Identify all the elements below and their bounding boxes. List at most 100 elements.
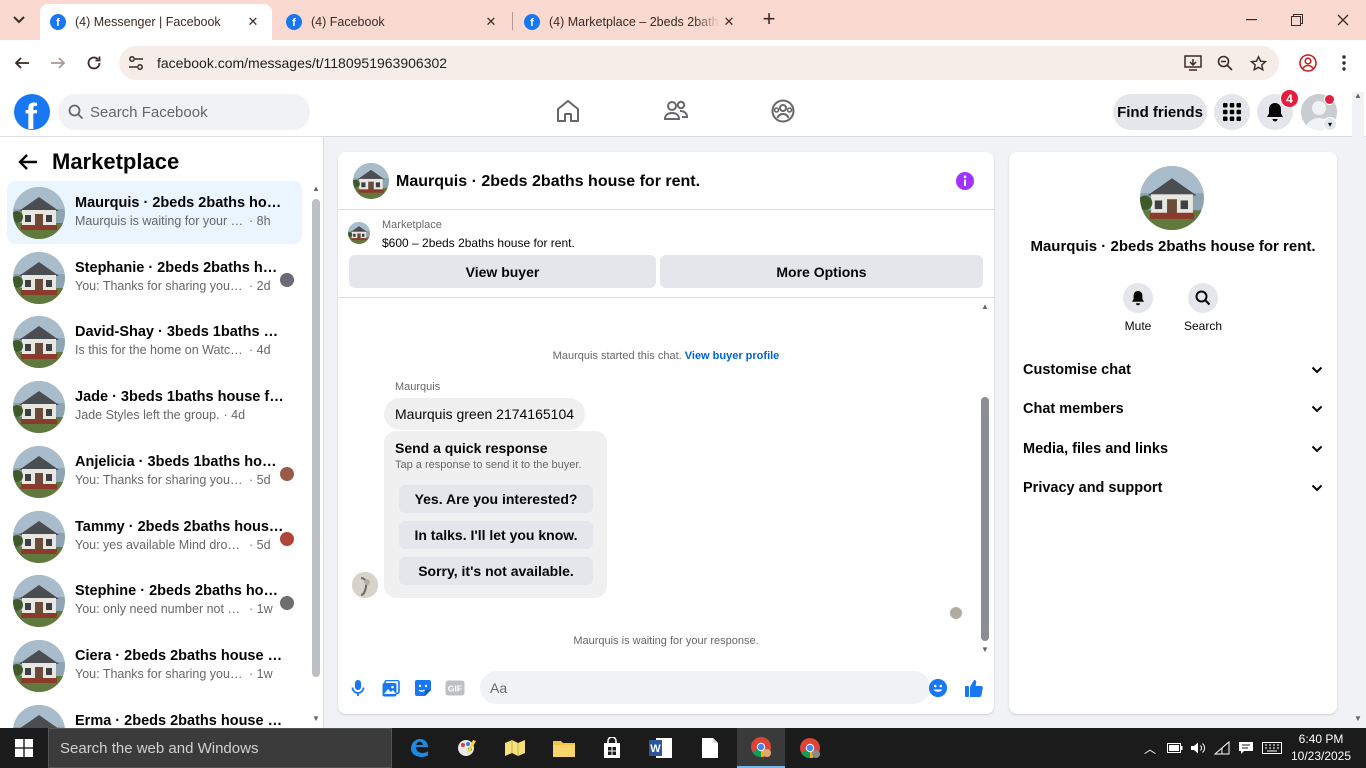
facebook-search[interactable]: [58, 94, 310, 130]
section-label: Media, files and links: [1023, 441, 1169, 457]
conversation-item[interactable]: Stephanie · 2beds 2baths house for rent.…: [7, 246, 302, 309]
sender-avatar[interactable]: [352, 572, 378, 598]
forward-button[interactable]: [46, 51, 70, 75]
sticker-icon[interactable]: [412, 677, 434, 699]
store-app-icon[interactable]: [588, 728, 636, 768]
facebook-logo-icon[interactable]: f: [14, 94, 50, 130]
listing-title[interactable]: $600 – 2beds 2baths house for rent.: [382, 236, 575, 250]
facebook-favicon-icon: f: [524, 14, 540, 30]
wifi-icon[interactable]: [1212, 738, 1232, 758]
profile-button[interactable]: [1296, 51, 1320, 75]
preview-text: You: Thanks for sharing your number.: [75, 473, 245, 487]
conversation-item[interactable]: Jade · 3beds 1baths house for rent. Jade…: [7, 375, 302, 438]
chat-header: Maurquis · 2beds 2baths house for rent.: [338, 152, 994, 210]
word-app-icon[interactable]: W: [637, 728, 685, 768]
quick-response-button[interactable]: In talks. I'll let you know.: [399, 521, 593, 549]
page-scrollbar[interactable]: [1352, 92, 1364, 726]
maps-app-icon[interactable]: [491, 728, 539, 768]
conversation-item[interactable]: Tammy · 2beds 2baths house for rent. You…: [7, 505, 302, 568]
photo-icon[interactable]: [380, 677, 402, 699]
zoom-icon[interactable]: [1215, 53, 1235, 73]
message-input[interactable]: [490, 671, 910, 704]
account-chevron-icon[interactable]: ▾: [1323, 117, 1337, 131]
battery-icon[interactable]: [1165, 738, 1185, 758]
bookmark-star-icon[interactable]: [1248, 53, 1268, 73]
menu-button[interactable]: [1214, 94, 1250, 130]
gif-icon[interactable]: GIF: [444, 677, 466, 699]
message-composer[interactable]: [480, 671, 947, 704]
scroll-down-icon[interactable]: ▼: [312, 714, 320, 723]
address-bar[interactable]: facebook.com/messages/t/1180951963906302: [119, 46, 1279, 80]
browser-tab-facebook[interactable]: f (4) Facebook ✕: [276, 4, 510, 40]
file-explorer-icon[interactable]: [540, 728, 588, 768]
site-info-icon[interactable]: [127, 54, 145, 72]
scroll-up-icon[interactable]: ▲: [1354, 91, 1362, 100]
tab-close-icon[interactable]: ✕: [482, 13, 500, 31]
home-icon[interactable]: [555, 98, 581, 124]
browser-tab-messenger[interactable]: f (4) Messenger | Facebook ✕: [40, 4, 272, 40]
message-bubble[interactable]: Maurquis green 2174165104: [384, 398, 586, 430]
more-options-button[interactable]: More Options: [660, 255, 983, 288]
action-center-icon[interactable]: [1236, 738, 1256, 758]
volume-icon[interactable]: [1188, 738, 1208, 758]
tab-search-button[interactable]: [6, 8, 32, 32]
conversation-item[interactable]: Erma · 2beds 2baths house for rent.: [7, 699, 302, 728]
quick-response-button[interactable]: Yes. Are you interested?: [399, 485, 593, 513]
view-buyer-button[interactable]: View buyer: [349, 255, 656, 288]
scroll-up-icon[interactable]: ▲: [312, 184, 320, 193]
view-buyer-profile-link[interactable]: View buyer profile: [685, 350, 780, 362]
details-avatar[interactable]: [1140, 166, 1204, 230]
close-window-button[interactable]: [1320, 0, 1366, 40]
find-friends-button[interactable]: Find friends: [1113, 94, 1207, 130]
browser-menu-button[interactable]: [1332, 51, 1356, 75]
scroll-up-icon[interactable]: ▲: [981, 302, 989, 311]
restore-button[interactable]: [1274, 0, 1320, 40]
install-app-icon[interactable]: [1183, 53, 1203, 73]
taskbar-search[interactable]: Search the web and Windows: [48, 728, 392, 768]
privacy-support-section[interactable]: Privacy and support: [1023, 476, 1323, 500]
microphone-icon[interactable]: [347, 677, 369, 699]
browser-tab-marketplace[interactable]: f (4) Marketplace – 2beds 2baths ✕: [514, 4, 748, 40]
keyboard-icon[interactable]: [1262, 738, 1282, 758]
conversation-item[interactable]: Stephine · 2beds 2baths house for rent. …: [7, 569, 302, 632]
media-files-links-section[interactable]: Media, files and links: [1023, 437, 1323, 461]
back-button[interactable]: [10, 51, 34, 75]
sidebar-header: Marketplace: [18, 149, 179, 175]
document-app-icon[interactable]: [686, 728, 734, 768]
thumbs-up-icon[interactable]: [963, 677, 985, 699]
chat-avatar[interactable]: [353, 163, 389, 199]
quick-response-button[interactable]: Sorry, it's not available.: [399, 557, 593, 585]
tab-close-icon[interactable]: ✕: [720, 13, 738, 31]
sidebar-scrollbar[interactable]: [312, 199, 320, 677]
friends-icon[interactable]: [663, 98, 689, 124]
taskbar-clock[interactable]: 6:40 PM 10/23/2025: [1290, 731, 1352, 765]
conversation-item[interactable]: Anjelicia · 3beds 1baths house for rent.…: [7, 440, 302, 503]
conversation-item[interactable]: Maurquis · 2beds 2baths house for rent. …: [7, 181, 302, 244]
conversation-preview: Jade Styles left the group. · 4d: [75, 408, 285, 422]
reload-button[interactable]: [82, 51, 106, 75]
customise-chat-section[interactable]: Customise chat: [1023, 358, 1323, 382]
tray-chevron-up-icon[interactable]: ︿: [1140, 738, 1160, 758]
chat-title[interactable]: Maurquis · 2beds 2baths house for rent.: [396, 173, 700, 191]
search-input[interactable]: [90, 94, 300, 130]
conversation-item[interactable]: Ciera · 2beds 2baths house for rent. You…: [7, 634, 302, 697]
mute-button[interactable]: Mute: [1113, 283, 1163, 333]
search-conversation-button[interactable]: Search: [1178, 283, 1228, 333]
chrome-app-icon[interactable]: [786, 728, 834, 768]
tab-close-icon[interactable]: ✕: [244, 13, 262, 31]
start-button[interactable]: [0, 728, 48, 768]
groups-icon[interactable]: [770, 98, 796, 124]
chrome-app-icon-active[interactable]: [737, 728, 785, 768]
minimize-button[interactable]: [1228, 0, 1274, 40]
paint-app-icon[interactable]: [443, 728, 491, 768]
new-tab-button[interactable]: +: [757, 8, 781, 32]
chat-scrollbar[interactable]: [981, 397, 989, 641]
conversation-item[interactable]: David-Shay · 3beds 1baths house for rent…: [7, 310, 302, 373]
emoji-icon[interactable]: [929, 679, 947, 697]
chat-members-section[interactable]: Chat members: [1023, 397, 1323, 421]
scroll-down-icon[interactable]: ▼: [1354, 714, 1362, 723]
info-icon[interactable]: [955, 171, 975, 191]
edge-app-icon[interactable]: [395, 728, 443, 768]
scroll-down-icon[interactable]: ▼: [981, 645, 989, 654]
arrow-left-icon[interactable]: [18, 153, 38, 171]
